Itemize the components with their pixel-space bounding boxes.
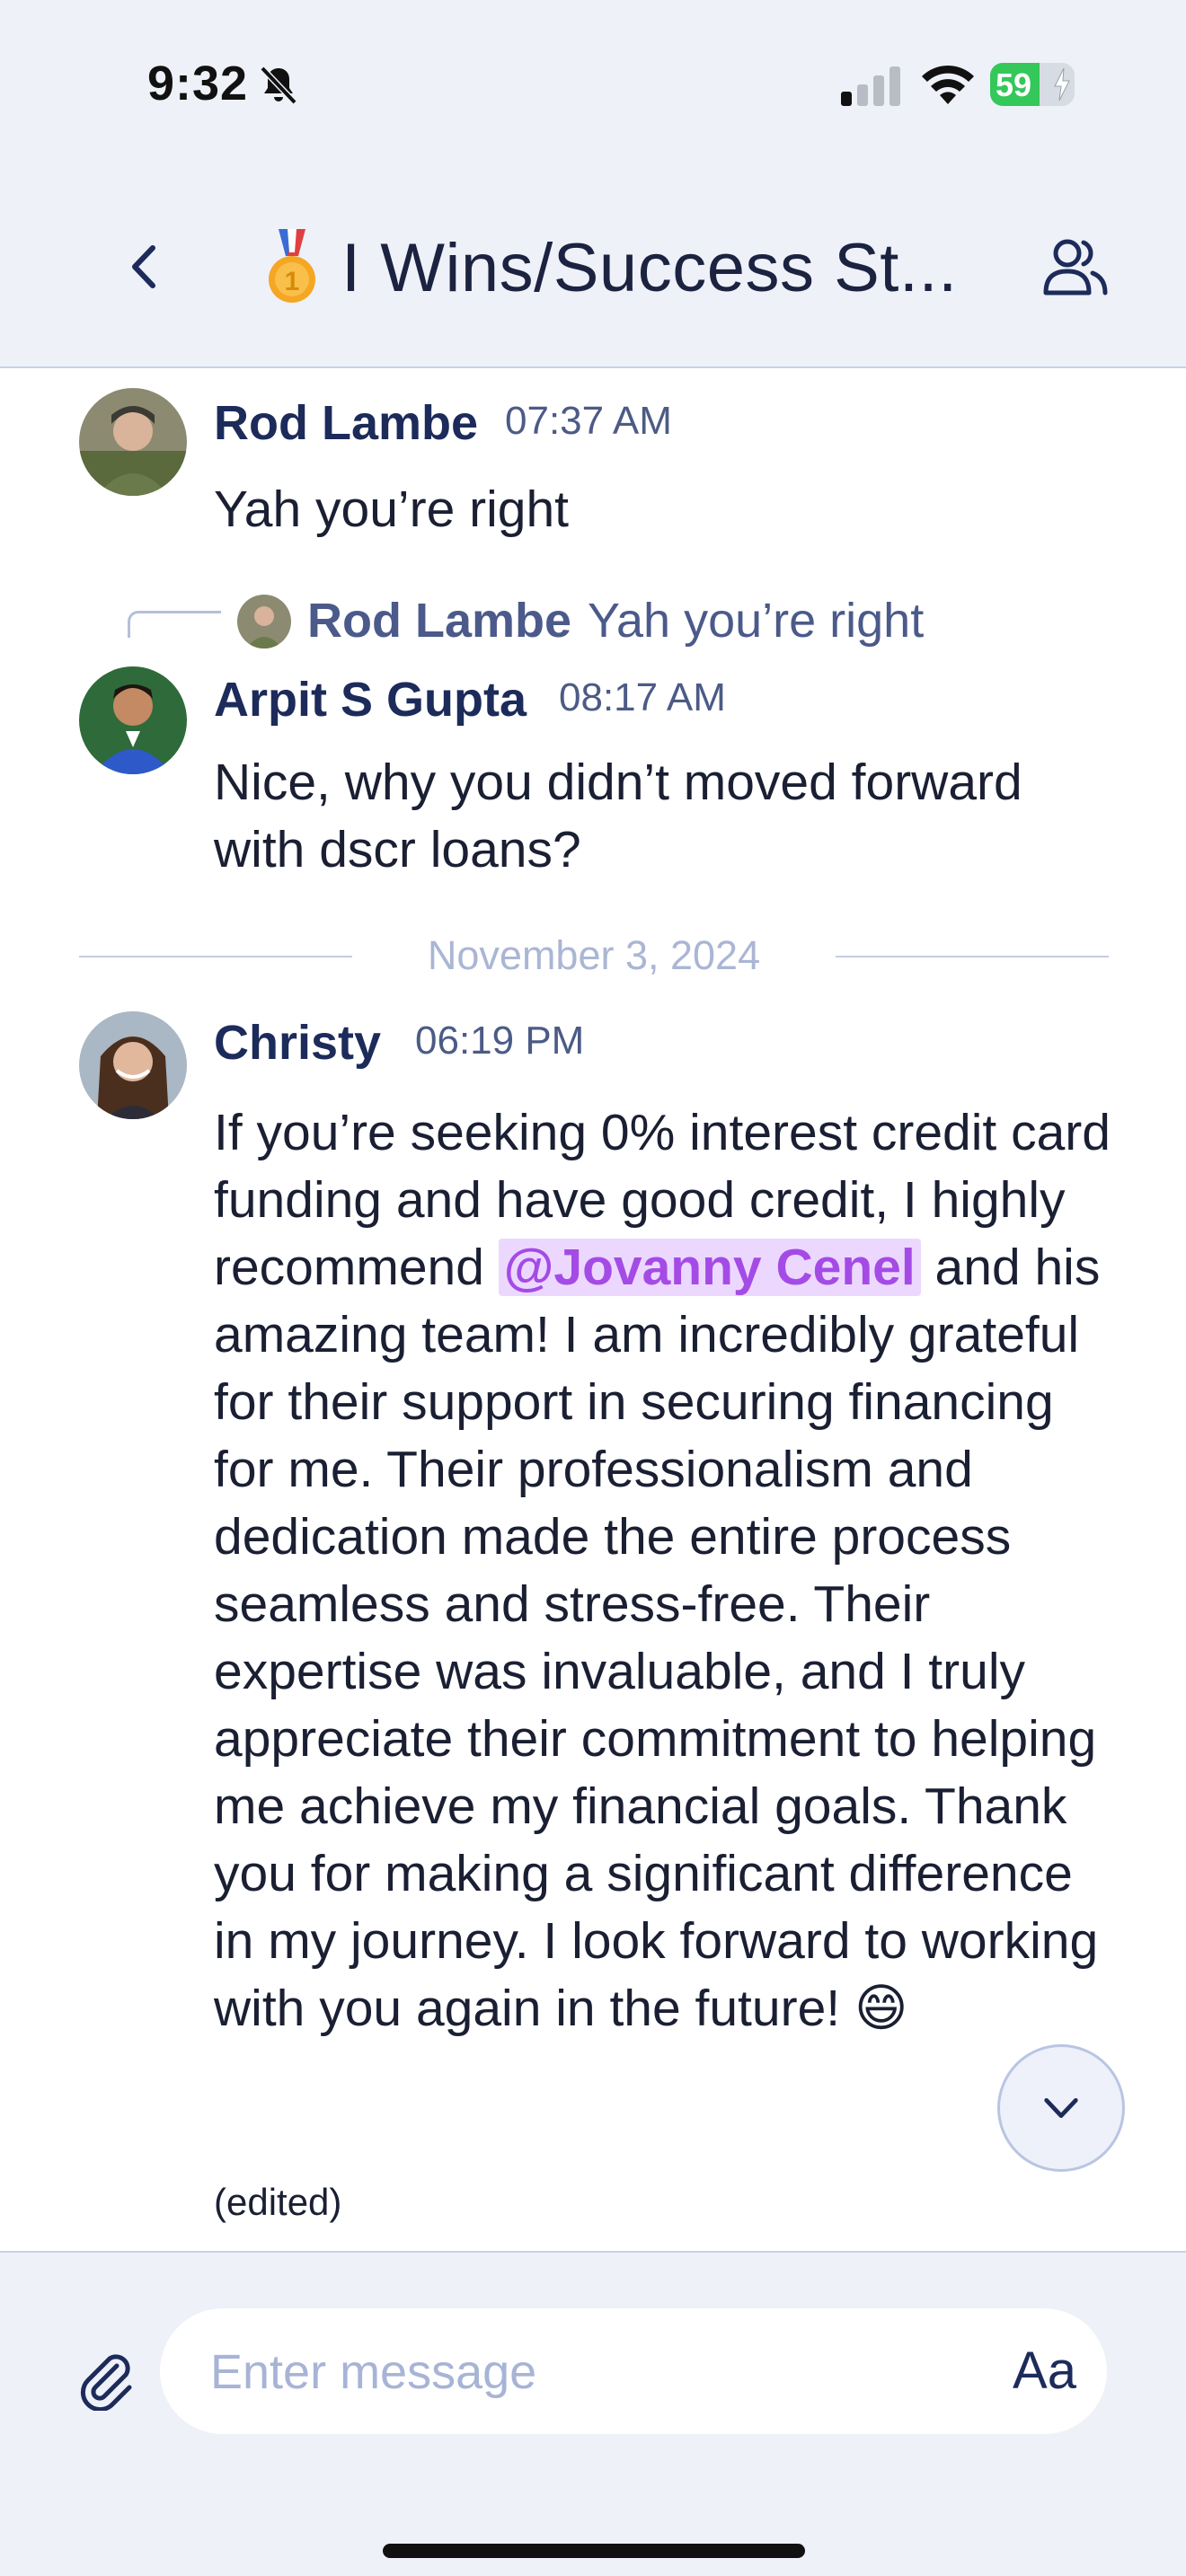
avatar-christy[interactable] [79, 1011, 187, 1119]
members-icon[interactable] [1039, 232, 1111, 304]
back-icon[interactable] [117, 235, 171, 298]
reply-connector [128, 611, 221, 638]
channel-title: I Wins/Success St... [341, 229, 958, 306]
channel-title-area[interactable]: 1 I Wins/Success St... [262, 223, 1008, 313]
user-mention[interactable]: @Jovanny Cenel [498, 1239, 921, 1296]
message-input[interactable]: Enter message Aa [160, 2308, 1107, 2434]
reply-avatar-image [237, 595, 291, 648]
message-time: 08:17 AM [559, 675, 726, 719]
home-indicator[interactable] [383, 2544, 805, 2558]
reply-avatar-rod-lambe [237, 595, 291, 648]
avatar-rod-lambe[interactable] [79, 388, 187, 496]
svg-text:1: 1 [285, 267, 300, 296]
status-time: 9:32 [147, 57, 249, 110]
paperclip-icon[interactable] [74, 2346, 138, 2411]
message-text-part: and his amazing team! I am incredibly gr… [214, 1239, 1101, 2037]
medal-icon: 1 [269, 229, 315, 303]
message-text: Yah you’re right [214, 481, 569, 538]
reply-author[interactable]: Rod Lambe [307, 593, 571, 648]
author-name[interactable]: Arpit S Gupta [214, 672, 527, 728]
avatar-christy-image [79, 1011, 187, 1119]
author-name[interactable]: Rod Lambe [214, 395, 478, 451]
message-time: 07:37 AM [505, 399, 672, 443]
separator-line-right [836, 956, 1109, 957]
date-separator: November 3, 2024 [79, 929, 1109, 983]
avatar-arpit-gupta[interactable] [79, 666, 187, 774]
text-format-button[interactable]: Aa [1013, 2341, 1076, 2401]
edited-label: (edited) [214, 2181, 342, 2223]
message-feed[interactable]: Rod Lambe 07:37 AM Yah you’re right Rod … [0, 370, 1186, 2251]
message-composer: Enter message Aa [0, 2251, 1186, 2576]
scroll-to-bottom-button[interactable] [997, 2044, 1125, 2172]
author-name[interactable]: Christy [214, 1015, 381, 1071]
wifi-icon [922, 65, 974, 104]
top-bar: 9:32 59 1 I Wins/Success St... [0, 0, 1186, 368]
status-bar: 9:32 59 [0, 0, 1186, 171]
chevron-down-icon [1044, 2097, 1078, 2119]
message-text: If you’re seeking 0% interest credit car… [214, 1099, 1112, 2042]
avatar-rod-lambe-image [79, 388, 187, 496]
battery-indicator: 59 [990, 63, 1075, 106]
signal-icon [841, 66, 900, 106]
reply-preview[interactable]: Yah you’re right [588, 593, 924, 648]
avatar-arpit-image [79, 666, 187, 774]
message-input-placeholder: Enter message [210, 2345, 537, 2399]
message-time: 06:19 PM [415, 1019, 585, 1063]
bell-off-icon [260, 66, 297, 105]
battery-percent: 59 [996, 66, 1032, 103]
charging-bolt-icon [1054, 68, 1070, 101]
message-text: Nice, why you didn’t moved forward with … [214, 754, 1022, 878]
